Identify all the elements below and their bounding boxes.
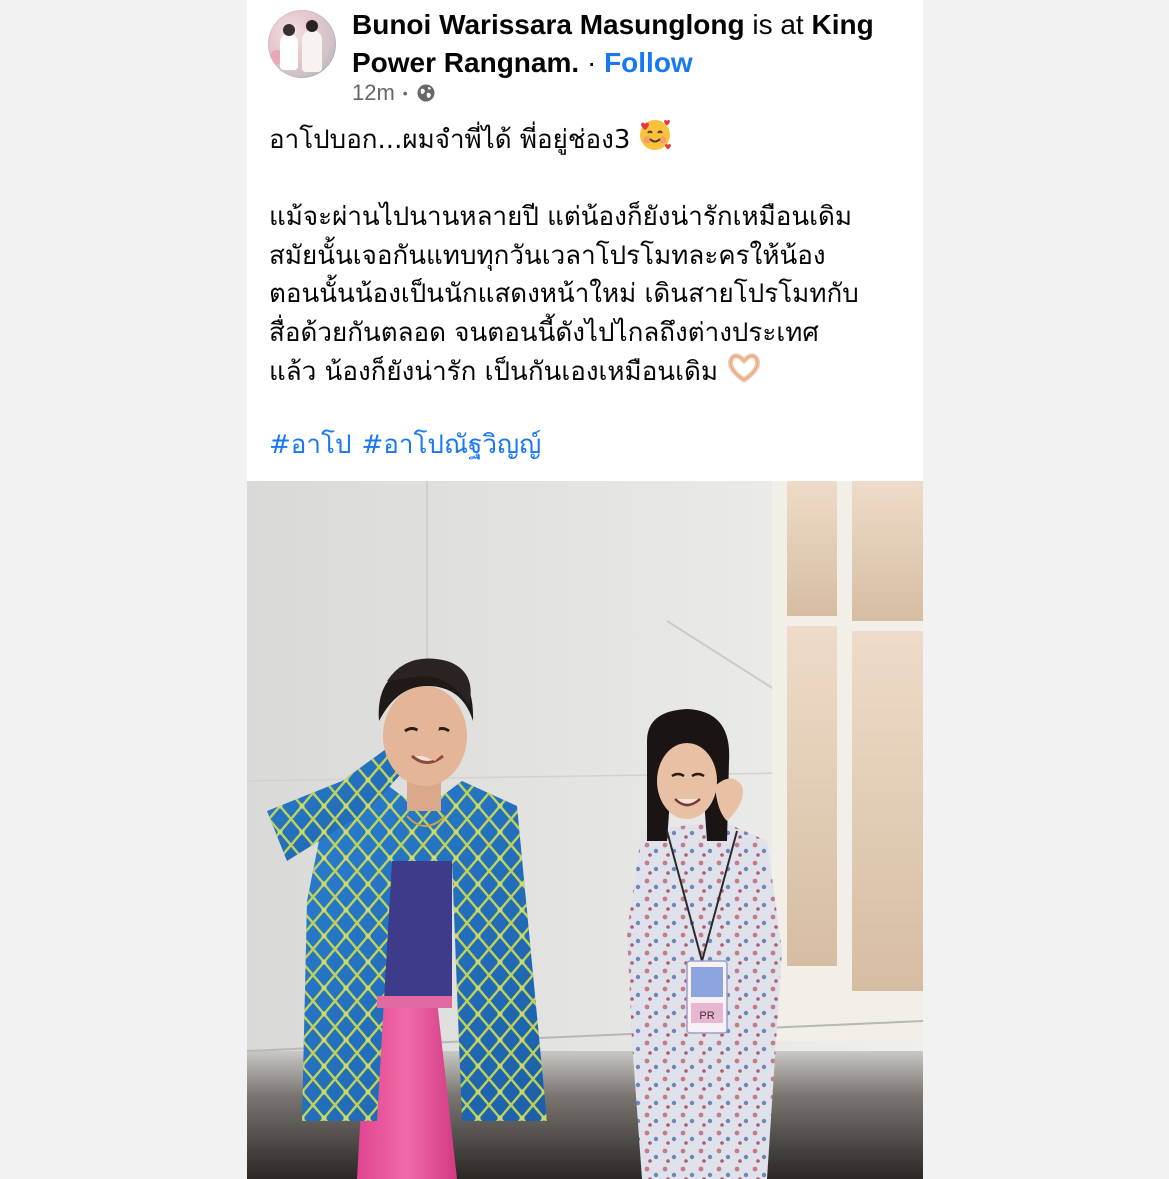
- photo-badge-label: PR: [699, 1010, 714, 1022]
- separator-dot: ·: [579, 47, 605, 78]
- post-header: Bunoi Warissara Masunglong is at King Po…: [247, 0, 923, 110]
- meta-dot: •: [402, 85, 408, 101]
- post-text-line-7: แล้ว น้องก็ยังน่ารัก เป็นกันเองเหมือนเดิ…: [269, 352, 909, 392]
- follow-button[interactable]: Follow: [604, 47, 693, 78]
- post-card: Bunoi Warissara Masunglong is at King Po…: [247, 0, 923, 1179]
- author-avatar[interactable]: [268, 10, 336, 78]
- post-title-line: Bunoi Warissara Masunglong is at King Po…: [352, 6, 912, 82]
- post-photo[interactable]: PR: [247, 481, 923, 1179]
- post-meta: 12m •: [352, 78, 436, 108]
- post-text-line-6: สื่อด้วยกันตลอด จนตอนนี้ดังไปไกลถึงต่างป…: [269, 317, 819, 348]
- connector-text: is at: [744, 9, 812, 40]
- post-text-line-3: แม้จะผ่านไปนานหลายปี แต่น้องก็ยังน่ารักเ…: [269, 202, 853, 232]
- post-text-line-4: สมัยนั้นเจอกันแทบทุกวันเวลาโปรโมทละครให้…: [269, 240, 826, 271]
- hashtag-link[interactable]: #อาโปณัฐวิญญ์: [361, 430, 541, 460]
- hashtag-list: #อาโป #อาโปณัฐวิญญ์: [269, 426, 551, 464]
- post-text-line-5: ตอนนั้นน้องเป็นนักแสดงหน้าใหม่ เดินสายโป…: [269, 279, 859, 309]
- author-name-link[interactable]: Bunoi Warissara Masunglong: [352, 9, 745, 40]
- heart-hands-icon: [728, 353, 760, 383]
- post-text-line-1: อาโปบอก...ผมจำพี่ได้ พี่อยู่ช่อง3: [269, 118, 909, 160]
- post-timestamp[interactable]: 12m: [352, 78, 395, 108]
- post-body: อาโปบอก...ผมจำพี่ได้ พี่อยู่ช่อง3 แม้จะผ…: [269, 118, 909, 392]
- photo-scene: PR: [247, 481, 923, 1179]
- smiling-face-with-hearts-icon: [640, 120, 672, 150]
- globe-icon: [417, 84, 435, 102]
- hashtag-link[interactable]: #อาโป: [269, 430, 351, 460]
- page: Bunoi Warissara Masunglong is at King Po…: [0, 0, 1169, 1179]
